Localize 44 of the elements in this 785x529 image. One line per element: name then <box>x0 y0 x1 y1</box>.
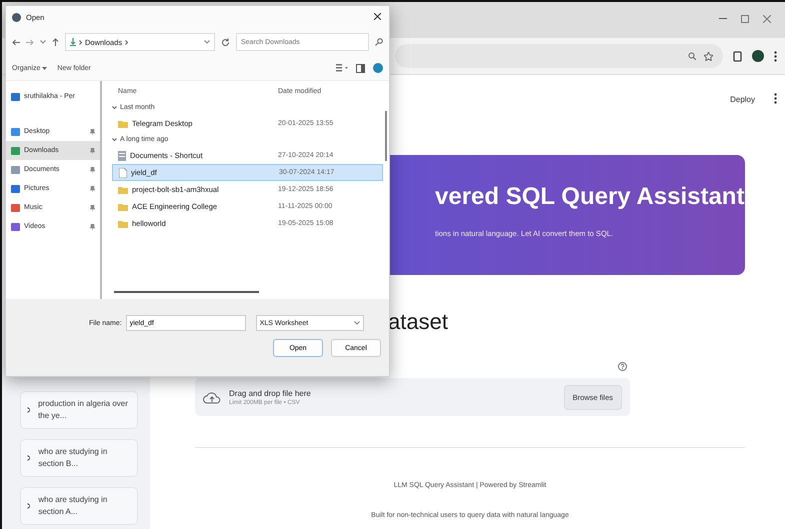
more-icon[interactable] <box>774 93 777 104</box>
profile-avatar-icon[interactable] <box>752 50 764 62</box>
deploy-link[interactable]: Deploy <box>730 95 755 104</box>
zoom-icon[interactable] <box>688 52 696 60</box>
chevron-icon[interactable] <box>125 40 128 44</box>
back-icon[interactable] <box>12 38 20 46</box>
dropzone-title: Drag and drop file here <box>229 388 311 398</box>
section-heading: ataset <box>388 309 448 335</box>
search-icon[interactable] <box>375 38 383 46</box>
cloud-upload-icon <box>203 390 221 404</box>
star-icon[interactable] <box>704 52 713 60</box>
document-icon <box>118 150 126 160</box>
chevron-icon <box>27 407 30 413</box>
up-icon[interactable] <box>52 38 59 46</box>
maximize-icon[interactable] <box>741 15 749 23</box>
app-icon <box>12 12 21 22</box>
more-icon[interactable] <box>774 50 777 62</box>
chevron-icon <box>112 138 117 141</box>
close-button[interactable] <box>372 12 383 22</box>
pin-icon <box>90 186 95 192</box>
close-icon[interactable] <box>763 15 771 23</box>
caret-icon <box>42 66 48 70</box>
pin-icon <box>90 204 95 210</box>
pin-icon <box>90 128 95 134</box>
history-item[interactable]: who are studying in section B... <box>20 439 138 477</box>
history-item[interactable]: who are studying in section A... <box>20 487 138 525</box>
dropdown-icon[interactable] <box>204 40 210 44</box>
view-options-icon[interactable] <box>336 64 348 72</box>
file-icon <box>119 168 127 178</box>
chevron-icon <box>27 503 30 509</box>
preview-pane-icon[interactable] <box>356 64 365 72</box>
minimize-icon[interactable] <box>719 18 727 20</box>
chevron-icon <box>79 40 82 44</box>
banner-title: vered SQL Query Assistant <box>435 183 745 211</box>
dropdown-icon[interactable] <box>40 40 46 44</box>
pin-icon <box>90 166 95 172</box>
caret-icon <box>354 321 360 325</box>
pin-icon <box>90 224 95 230</box>
chevron-icon <box>112 106 117 109</box>
pin-icon <box>90 148 95 154</box>
chevron-icon <box>27 455 30 461</box>
history-item[interactable]: production in algeria over the ye... <box>20 391 138 429</box>
extensions-icon[interactable] <box>733 50 742 62</box>
refresh-icon[interactable] <box>221 38 230 46</box>
